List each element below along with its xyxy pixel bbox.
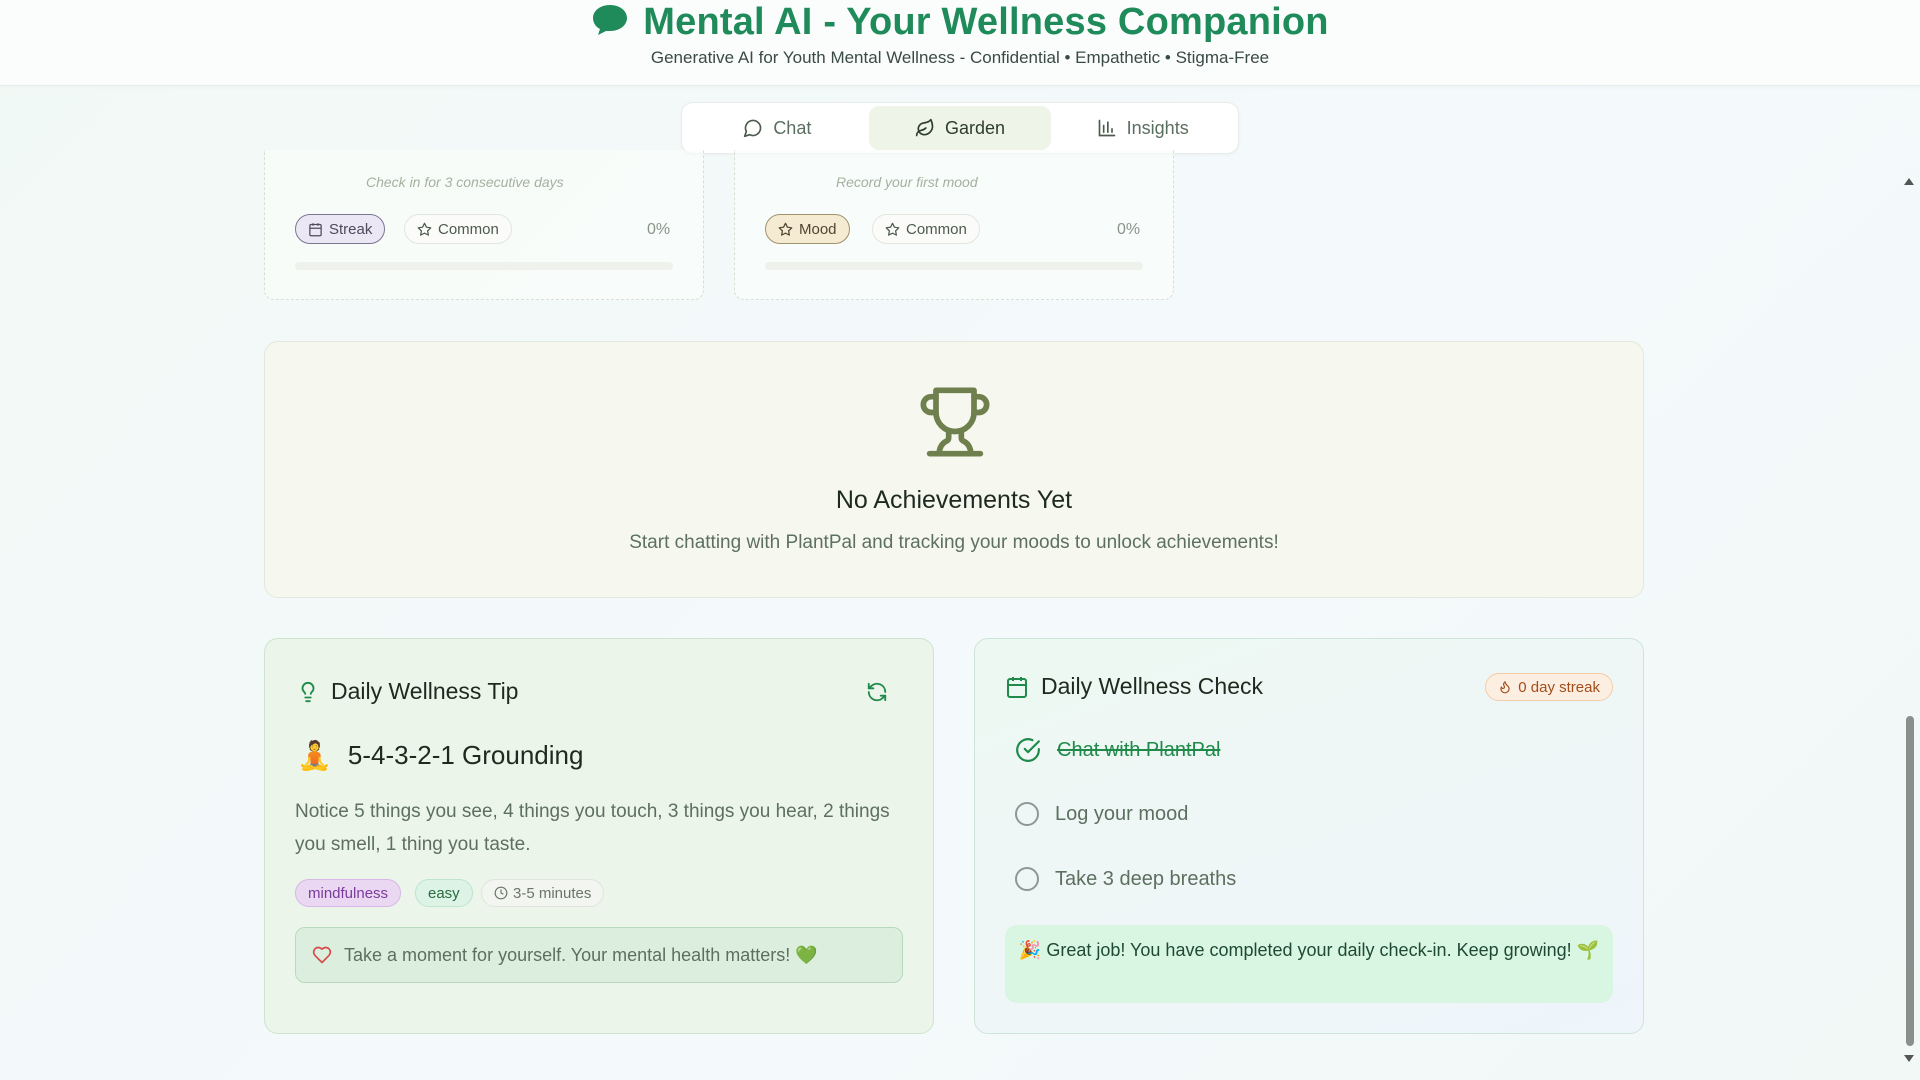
achievement-progress-text: 0%	[1117, 221, 1141, 238]
heart-icon	[312, 946, 332, 964]
star-icon	[885, 222, 900, 236]
title-row: Mental AI - Your Wellness Companion	[0, 0, 1920, 44]
achievement-description: Record your first mood	[836, 174, 978, 190]
self-care-text: Take a moment for yourself. Your mental …	[344, 944, 818, 965]
star-icon	[778, 222, 793, 236]
no-achievements-title: No Achievements Yet	[835, 486, 1073, 514]
category-label: Mood	[799, 220, 837, 238]
tab-garden-label: Garden	[944, 117, 1006, 138]
calendar-icon	[1007, 676, 1027, 698]
check-item-label: Log your mood	[1055, 802, 1189, 825]
streak-badge: 0 day streak	[1485, 673, 1613, 701]
daily-tip-heading: Daily Wellness Tip	[331, 678, 519, 704]
check-item-breaths[interactable]: Take 3 deep breaths	[1015, 867, 1236, 891]
check-item-mood[interactable]: Log your mood	[1015, 802, 1188, 826]
self-care-note: Take a moment for yourself. Your mental …	[295, 927, 903, 983]
tip-duration-label: 3-5 minutes	[513, 884, 592, 902]
scroll-up-icon[interactable]	[1904, 178, 1914, 185]
tab-insights-label: Insights	[1126, 117, 1189, 138]
tip-title: 5-4-3-2-1 Grounding	[347, 740, 584, 770]
achievement-progress-bar	[295, 262, 673, 270]
clock-icon	[494, 886, 508, 900]
daily-check-heading: Daily Wellness Check	[1041, 673, 1263, 699]
no-achievements-subtitle: Start chatting with PlantPal and trackin…	[629, 532, 1279, 553]
tip-duration-tag: 3-5 minutes	[481, 879, 605, 907]
check-item-chat[interactable]: Chat with PlantPal	[1015, 737, 1220, 763]
flame-icon	[1500, 681, 1510, 694]
app-header: Mental AI - Your Wellness Companion Gene…	[0, 0, 1920, 86]
scroll-down-icon[interactable]	[1904, 1055, 1914, 1062]
app-title: Mental AI - Your Wellness Companion	[643, 0, 1329, 43]
brain-icon	[591, 3, 629, 42]
page-scrollbar[interactable]	[1898, 172, 1920, 1064]
app-subtitle: Generative AI for Youth Mental Wellness …	[650, 48, 1270, 67]
rarity-label: Common	[906, 220, 967, 238]
star-icon	[417, 222, 432, 236]
category-chip-mood: Mood	[765, 214, 850, 244]
tip-emoji: 🧘	[297, 740, 332, 771]
refresh-icon[interactable]	[866, 681, 888, 703]
rarity-chip: Common	[872, 214, 980, 244]
rarity-label: Common	[438, 220, 499, 238]
tab-insights[interactable]: Insights	[1051, 106, 1234, 150]
tab-garden[interactable]: Garden	[868, 106, 1052, 150]
daily-check-header: Daily Wellness Check	[1005, 673, 1263, 700]
category-label: Streak	[329, 220, 373, 238]
achievement-progress-bar	[765, 262, 1143, 270]
achievement-progress-text: 0%	[647, 221, 671, 238]
lightbulb-icon	[301, 681, 315, 702]
daily-check-card: Daily Wellness Check 0 day streak Chat w…	[974, 638, 1644, 1034]
trophy-icon	[920, 387, 990, 457]
scrollbar-thumb[interactable]	[1906, 716, 1914, 1046]
check-item-label: Take 3 deep breaths	[1055, 867, 1237, 890]
category-chip-streak: Streak	[295, 214, 386, 244]
tip-body: Notice 5 things you see, 4 things you to…	[295, 801, 890, 855]
daily-tip-card: Daily Wellness Tip 🧘 5-4-3-2-1 Grounding…	[264, 638, 934, 1034]
empty-circle-icon	[1015, 867, 1039, 891]
rarity-chip: Common	[404, 214, 512, 244]
no-achievements-panel: No Achievements Yet Start chatting with …	[264, 341, 1644, 598]
check-item-label: Chat with PlantPal	[1057, 738, 1221, 761]
achievement-description: Check in for 3 consecutive days	[366, 174, 564, 190]
leaf-icon	[915, 118, 934, 137]
tip-title-row: 🧘 5-4-3-2-1 Grounding	[297, 739, 583, 772]
tip-category-tag: mindfulness	[295, 879, 402, 907]
calendar-icon	[309, 222, 322, 236]
empty-circle-icon	[1015, 802, 1039, 826]
tip-difficulty-tag: easy	[415, 879, 473, 907]
check-circle-icon	[1016, 738, 1040, 762]
bar-chart-icon	[1098, 119, 1115, 137]
tab-chat[interactable]: Chat	[686, 106, 869, 150]
chat-bubble-icon	[744, 119, 762, 138]
tab-chat-label: Chat	[773, 117, 812, 138]
congrats-message: 🎉 Great job! You have completed your dai…	[1005, 925, 1613, 1003]
daily-tip-header: Daily Wellness Tip	[297, 678, 518, 705]
main-tabs: Chat Garden Insights	[681, 102, 1239, 154]
streak-label: 0 day streak	[1518, 678, 1600, 696]
